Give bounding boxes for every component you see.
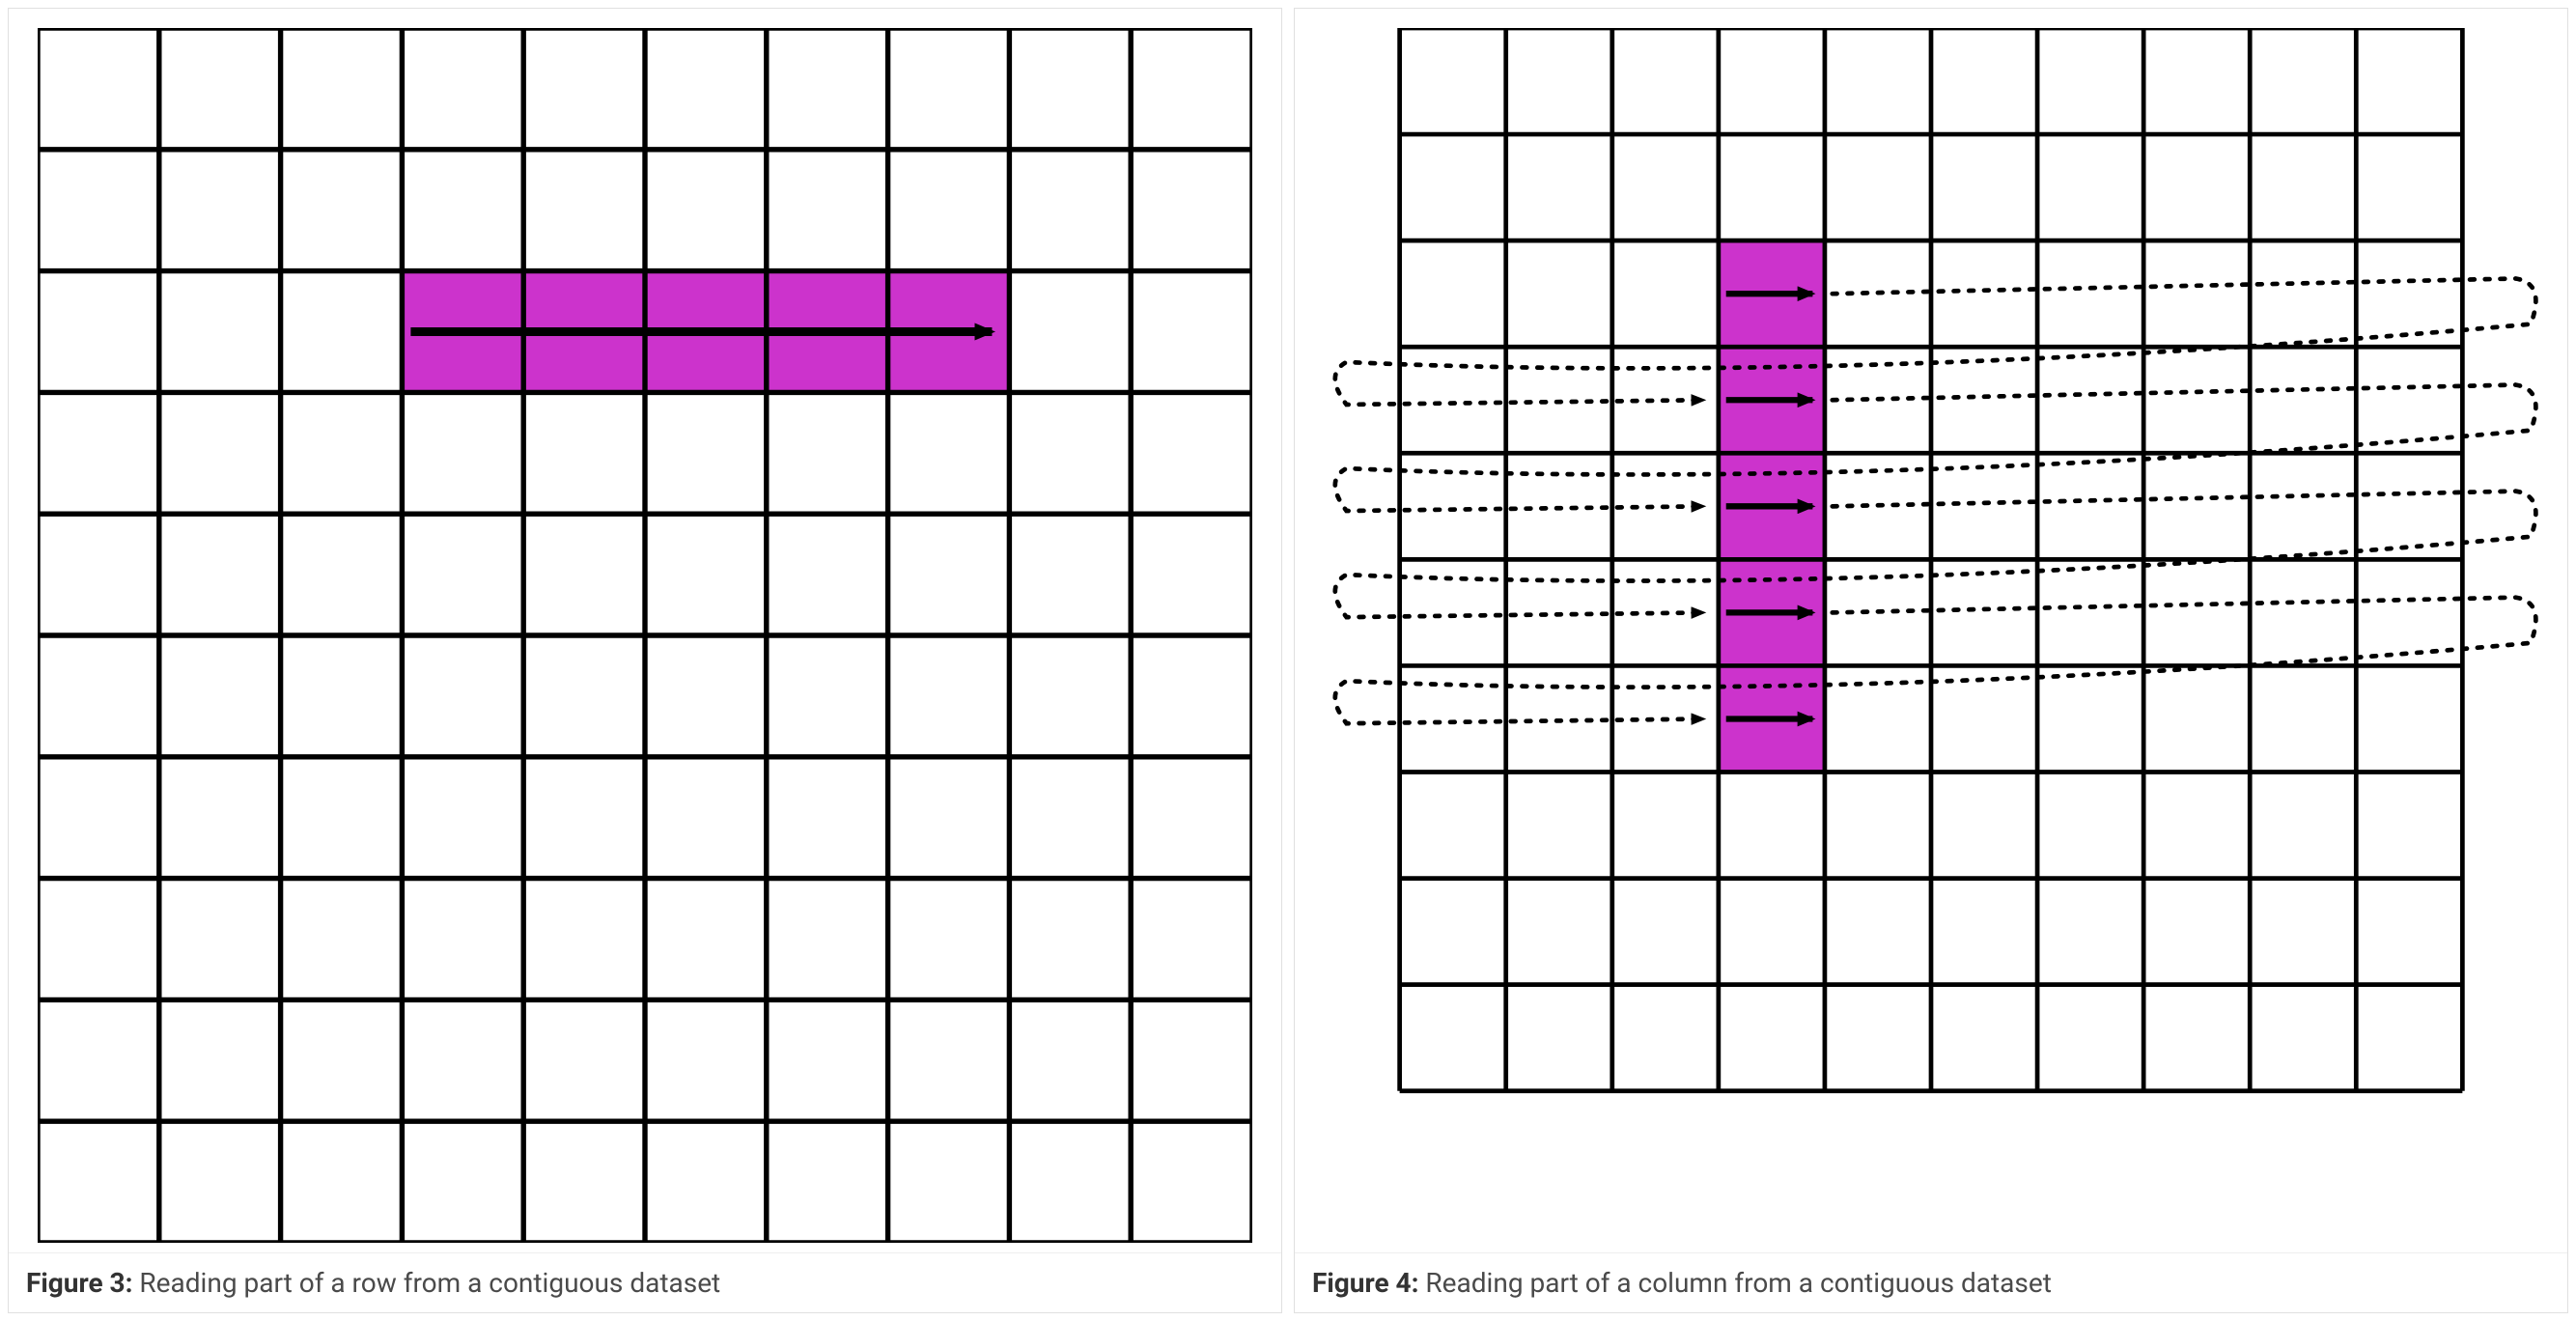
figure-3-svg bbox=[38, 28, 1252, 1243]
figures-container: Figure 3: Reading part of a row from a c… bbox=[0, 0, 2576, 1321]
figure-4-svg bbox=[1324, 28, 2538, 1121]
figure-4-caption: Figure 4: Reading part of a column from … bbox=[1295, 1252, 2567, 1312]
grid-lines bbox=[1400, 28, 2463, 1091]
figure-4-label: Figure 4: bbox=[1312, 1267, 1418, 1299]
grid-lines bbox=[38, 28, 1252, 1243]
figure-4-text: Reading part of a column from a contiguo… bbox=[1418, 1267, 2051, 1299]
figure-3-caption: Figure 3: Reading part of a row from a c… bbox=[9, 1252, 1281, 1312]
figure-3-image bbox=[9, 9, 1281, 1252]
figure-4-panel: Figure 4: Reading part of a column from … bbox=[1294, 8, 2568, 1313]
figure-3-text: Reading part of a row from a contiguous … bbox=[132, 1267, 720, 1299]
figure-4-image bbox=[1295, 9, 2567, 1252]
figure-3-panel: Figure 3: Reading part of a row from a c… bbox=[8, 8, 1282, 1313]
figure-3-label: Figure 3: bbox=[26, 1267, 132, 1299]
